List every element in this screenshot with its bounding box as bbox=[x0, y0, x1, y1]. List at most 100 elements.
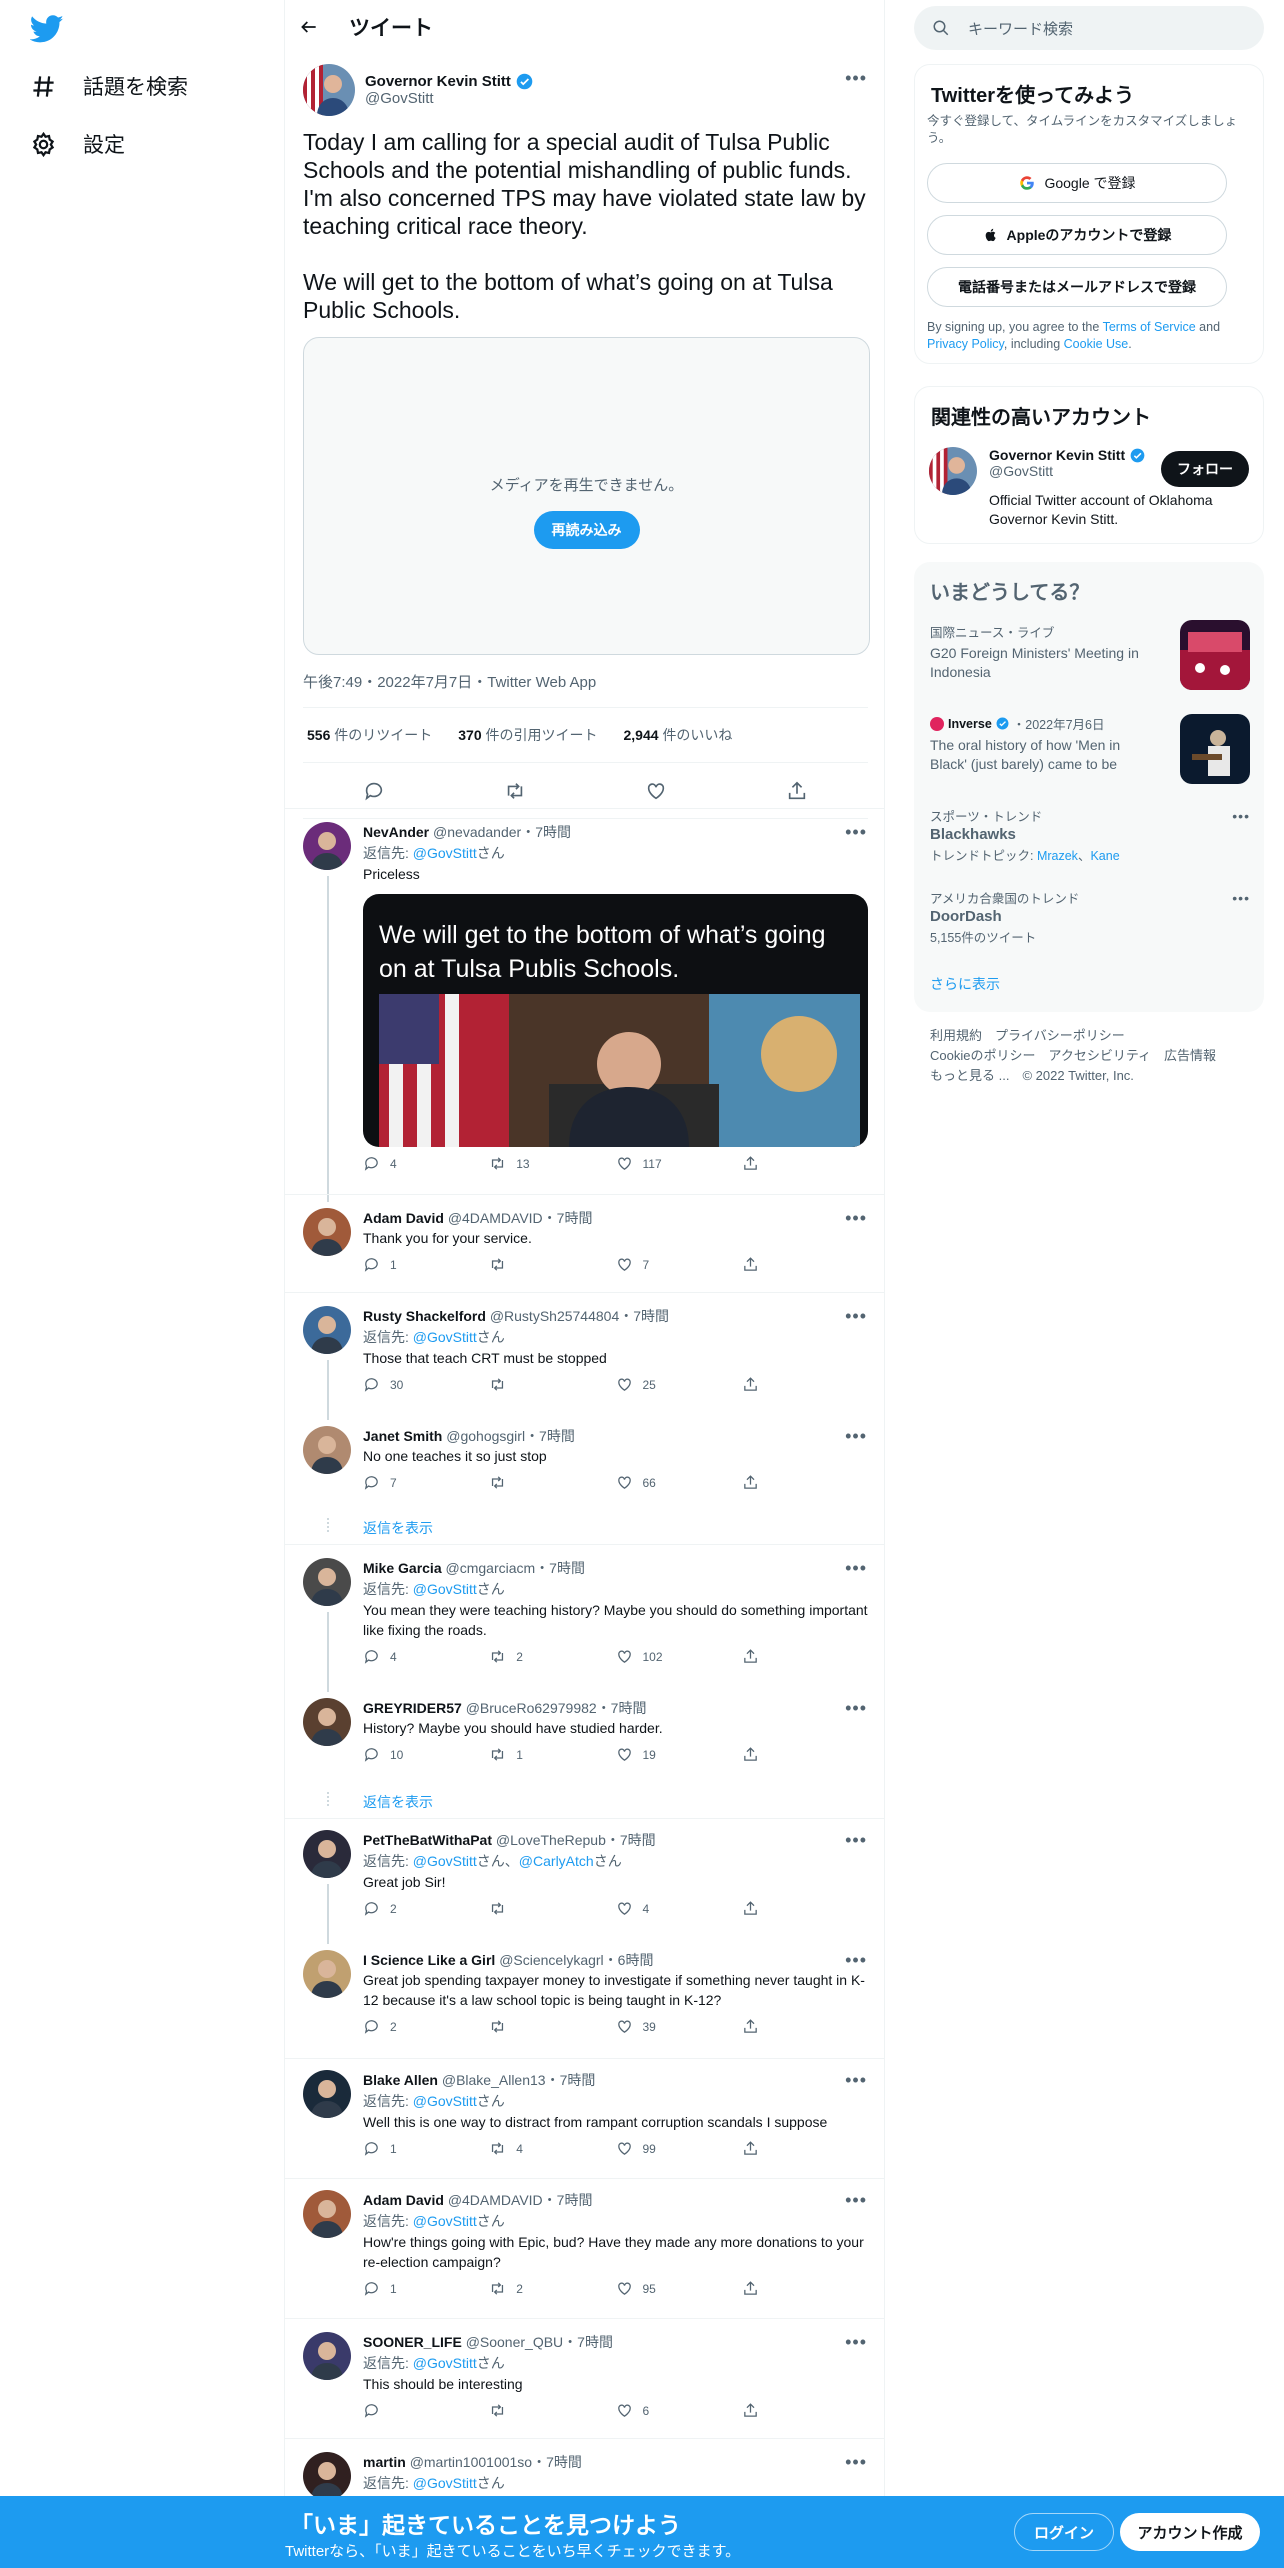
author-name[interactable]: Governor Kevin Stitt bbox=[365, 73, 511, 90]
reply-time[interactable]: ・7時間 bbox=[543, 2192, 593, 2208]
privacy-link[interactable]: Privacy Policy bbox=[927, 337, 1004, 351]
reload-button[interactable]: 再読み込み bbox=[533, 510, 640, 549]
like-button[interactable]: 6 bbox=[616, 2402, 742, 2419]
cookie-link[interactable]: Cookie Use bbox=[1064, 337, 1129, 351]
more-icon[interactable]: ••• bbox=[845, 1830, 867, 1851]
back-arrow-icon[interactable] bbox=[299, 17, 319, 37]
more-icon[interactable]: ••• bbox=[845, 2452, 867, 2473]
like-button[interactable]: 66 bbox=[616, 1474, 742, 1491]
mention-link[interactable]: @GovStitt bbox=[413, 2475, 477, 2491]
show-replies-link[interactable]: 返信を表示 bbox=[363, 1518, 433, 1538]
trend-topic-link[interactable]: Kane bbox=[1090, 849, 1119, 863]
like-button[interactable]: 95 bbox=[616, 2280, 742, 2297]
reply-time[interactable]: ・7時間 bbox=[532, 2454, 582, 2470]
like-stat[interactable]: 2,944 件のいいね bbox=[624, 725, 733, 745]
reply-author-name[interactable]: Blake Allen bbox=[363, 2072, 438, 2088]
mention-link[interactable]: @GovStitt bbox=[413, 1853, 477, 1869]
reply-author-name[interactable]: martin bbox=[363, 2454, 406, 2470]
reply-button[interactable]: 7 bbox=[363, 1474, 489, 1491]
share-button[interactable] bbox=[742, 2280, 868, 2297]
share-button[interactable] bbox=[742, 2402, 868, 2419]
share-button[interactable] bbox=[742, 1474, 868, 1491]
signup-button[interactable]: アカウント作成 bbox=[1120, 2513, 1260, 2551]
avatar[interactable] bbox=[303, 1698, 351, 1746]
twitter-logo-icon[interactable] bbox=[30, 12, 64, 46]
reply-time[interactable]: ・7時間 bbox=[563, 2334, 613, 2350]
quote-stat[interactable]: 370 件の引用ツイート bbox=[458, 725, 597, 745]
like-button[interactable]: 99 bbox=[616, 2140, 742, 2157]
mention-link[interactable]: @GovStitt bbox=[413, 2093, 477, 2109]
reply-author-name[interactable]: SOONER_LIFE bbox=[363, 2334, 462, 2350]
tweet-meta[interactable]: 午後7:49・2022年7月7日・Twitter Web App bbox=[303, 671, 596, 692]
avatar[interactable] bbox=[303, 1426, 351, 1474]
mention-link[interactable]: @GovStitt bbox=[413, 845, 477, 861]
reply-button[interactable]: 2 bbox=[363, 1900, 489, 1917]
more-icon[interactable]: ••• bbox=[845, 1698, 867, 1719]
like-button[interactable]: 117 bbox=[616, 1155, 742, 1172]
mention-link[interactable]: @GovStitt bbox=[413, 1581, 477, 1597]
like-icon[interactable] bbox=[645, 780, 667, 802]
show-replies-link[interactable]: 返信を表示 bbox=[363, 1792, 433, 1812]
retweet-button[interactable] bbox=[489, 1900, 615, 1917]
reply-time[interactable]: ・7時間 bbox=[606, 1832, 656, 1848]
more-icon[interactable]: ••• bbox=[845, 1558, 867, 1579]
footer-line[interactable]: Cookieのポリシー アクセシビリティ 広告情報 bbox=[930, 1046, 1216, 1066]
terms-link[interactable]: Terms of Service bbox=[1103, 320, 1196, 334]
author-avatar[interactable] bbox=[303, 64, 355, 116]
more-icon[interactable]: ••• bbox=[845, 1306, 867, 1327]
reply-author-name[interactable]: Mike Garcia bbox=[363, 1560, 442, 1576]
avatar[interactable] bbox=[303, 2190, 351, 2238]
like-button[interactable]: 7 bbox=[616, 1256, 742, 1273]
reply-time[interactable]: ・7時間 bbox=[525, 1428, 575, 1444]
more-icon[interactable]: ••• bbox=[845, 2190, 867, 2211]
footer-line[interactable]: もっと見る ... © 2022 Twitter, Inc. bbox=[930, 1066, 1216, 1086]
reply-icon[interactable] bbox=[363, 780, 385, 802]
share-button[interactable] bbox=[742, 1648, 868, 1665]
login-button[interactable]: ログイン bbox=[1014, 2513, 1114, 2551]
reply-time[interactable]: ・7時間 bbox=[521, 824, 571, 840]
avatar[interactable] bbox=[303, 2332, 351, 2380]
google-signup-button[interactable]: Google で登録 bbox=[927, 163, 1227, 203]
reply-author-name[interactable]: Rusty Shackelford bbox=[363, 1308, 486, 1324]
retweet-stat[interactable]: 556 件のリツイート bbox=[307, 725, 432, 745]
like-button[interactable]: 4 bbox=[616, 1900, 742, 1917]
related-avatar[interactable] bbox=[929, 447, 977, 495]
retweet-button[interactable] bbox=[489, 2402, 615, 2419]
reply-button[interactable]: 1 bbox=[363, 2280, 489, 2297]
reply-time[interactable]: ・7時間 bbox=[546, 2072, 596, 2088]
reply-author-name[interactable]: GREYRIDER57 bbox=[363, 1700, 462, 1716]
more-icon[interactable]: ••• bbox=[845, 2332, 867, 2353]
search-input[interactable]: キーワード検索 bbox=[914, 6, 1264, 50]
reply-button[interactable]: 1 bbox=[363, 1256, 489, 1273]
reply-time[interactable]: ・7時間 bbox=[543, 1210, 593, 1226]
more-icon[interactable]: ••• bbox=[845, 822, 867, 843]
reply-button[interactable]: 4 bbox=[363, 1648, 489, 1665]
mention-link[interactable]: @GovStitt bbox=[413, 2213, 477, 2229]
avatar[interactable] bbox=[303, 1306, 351, 1354]
share-button[interactable] bbox=[742, 1155, 868, 1172]
reply-author-name[interactable]: NevAnder bbox=[363, 824, 429, 840]
share-button[interactable] bbox=[742, 2018, 868, 2035]
show-more-link[interactable]: さらに表示 bbox=[930, 974, 1000, 994]
reply-author-name[interactable]: PetTheBatWithaPat bbox=[363, 1832, 492, 1848]
more-icon[interactable]: ••• bbox=[845, 68, 867, 89]
mention-link[interactable]: @GovStitt bbox=[413, 1329, 477, 1345]
more-icon[interactable]: ••• bbox=[845, 1950, 867, 1971]
retweet-button[interactable] bbox=[489, 1474, 615, 1491]
retweet-button[interactable]: 13 bbox=[489, 1155, 615, 1172]
reply-button[interactable] bbox=[363, 2402, 489, 2419]
more-icon[interactable]: ••• bbox=[1232, 890, 1250, 906]
reply-author-name[interactable]: I Science Like a Girl bbox=[363, 1952, 495, 1968]
reply-author-name[interactable]: Adam David bbox=[363, 1210, 444, 1226]
more-icon[interactable]: ••• bbox=[845, 1208, 867, 1229]
avatar[interactable] bbox=[303, 2452, 351, 2500]
reply-button[interactable]: 1 bbox=[363, 2140, 489, 2157]
reply-time[interactable]: ・7時間 bbox=[597, 1700, 647, 1716]
avatar[interactable] bbox=[303, 2070, 351, 2118]
reply-button[interactable]: 10 bbox=[363, 1746, 489, 1763]
retweet-button[interactable]: 2 bbox=[489, 2280, 615, 2297]
share-button[interactable] bbox=[742, 1900, 868, 1917]
share-button[interactable] bbox=[742, 2140, 868, 2157]
avatar[interactable] bbox=[303, 1558, 351, 1606]
share-button[interactable] bbox=[742, 1376, 868, 1393]
